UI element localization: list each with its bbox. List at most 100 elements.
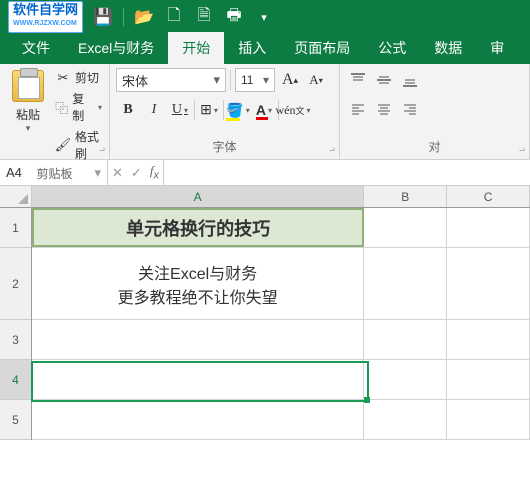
alignment-group-label: 对 — [346, 136, 523, 157]
cell-A3[interactable] — [32, 320, 364, 359]
col-header-A[interactable]: A — [32, 186, 364, 207]
format-painter-button[interactable]: 🖌格式刷 — [54, 127, 103, 163]
font-size-value: 11 — [241, 73, 253, 87]
row-header-5[interactable]: 5 — [0, 400, 31, 440]
formula-input[interactable] — [164, 160, 530, 185]
cell-A2[interactable]: 关注Excel与财务 更多教程绝不让你失望 — [32, 248, 364, 319]
tab-page-layout[interactable]: 页面布局 — [280, 32, 364, 64]
underline-button[interactable]: U — [168, 98, 192, 122]
new-icon[interactable]: 🗋 — [164, 4, 184, 31]
font-name-value: 宋体 — [122, 71, 148, 90]
phonetic-button[interactable]: wén文 — [281, 98, 305, 122]
cell-A2-line2: 更多教程绝不让你失望 — [118, 284, 278, 308]
cell-B5[interactable] — [364, 400, 447, 439]
print-preview-icon[interactable]: 🗎 — [194, 4, 214, 31]
align-bottom-button[interactable] — [398, 68, 422, 92]
ribbon: 粘贴 ▾ ✂剪切 ⿻复制▾ 🖌格式刷 剪贴板 宋体 11 A▴ A▾ B I — [0, 64, 530, 160]
cancel-formula-button[interactable]: ✕ — [112, 165, 123, 181]
paste-icon — [12, 70, 44, 102]
cell-C5[interactable] — [447, 400, 530, 439]
copy-button[interactable]: ⿻复制▾ — [54, 89, 103, 125]
font-group-label: 字体 — [116, 136, 333, 157]
row-header-1[interactable]: 1 — [0, 208, 31, 248]
open-icon[interactable]: 📂 — [134, 7, 154, 27]
cells-area: 单元格换行的技巧 关注Excel与财务 更多教程绝不让你失望 — [32, 208, 530, 502]
row-header-4[interactable]: 4 — [0, 360, 31, 400]
cut-icon: ✂ — [55, 70, 71, 86]
cell-B4[interactable] — [364, 360, 447, 399]
align-top-button[interactable] — [346, 68, 370, 92]
cut-button[interactable]: ✂剪切 — [54, 68, 103, 87]
row-5 — [32, 400, 530, 440]
row-2: 关注Excel与财务 更多教程绝不让你失望 — [32, 248, 530, 320]
align-center-button[interactable] — [372, 98, 396, 122]
font-sep2 — [194, 100, 195, 120]
row-headers: 1 2 3 4 5 — [0, 208, 32, 440]
fill-color-button[interactable]: 🪣 — [226, 98, 250, 122]
format-painter-icon: 🖌 — [55, 137, 71, 153]
watermark-url: WWW.RJZXW.COM — [13, 17, 78, 31]
font-group: 宋体 11 A▴ A▾ B I U ⊞ 🪣 A wén文 字体 — [110, 64, 340, 159]
tab-home[interactable]: 开始 — [168, 32, 224, 64]
border-button[interactable]: ⊞ — [197, 98, 221, 122]
row-header-2[interactable]: 2 — [0, 248, 31, 320]
font-name-select[interactable]: 宋体 — [116, 68, 226, 92]
title-bar: 软件自学网 WWW.RJZXW.COM 💾 📂 🗋 🗎 🖶 ▾ — [0, 0, 530, 34]
quick-print-icon[interactable]: 🖶 — [224, 4, 244, 31]
tab-data[interactable]: 数据 — [420, 32, 476, 64]
save-icon[interactable]: 💾 — [93, 7, 113, 27]
cell-C3[interactable] — [447, 320, 530, 359]
alignment-group: 对 — [340, 64, 530, 159]
cell-A1[interactable]: 单元格换行的技巧 — [32, 208, 364, 247]
cell-C4[interactable] — [447, 360, 530, 399]
row-1: 单元格换行的技巧 — [32, 208, 530, 248]
col-header-C[interactable]: C — [447, 186, 530, 207]
watermark-logo: 软件自学网 WWW.RJZXW.COM — [8, 1, 83, 33]
font-size-select[interactable]: 11 — [235, 68, 275, 92]
cut-label: 剪切 — [75, 69, 99, 86]
cell-B2[interactable] — [364, 248, 447, 319]
row-3 — [32, 320, 530, 360]
clipboard-group: 粘贴 ▾ ✂剪切 ⿻复制▾ 🖌格式刷 剪贴板 — [0, 64, 110, 159]
paste-button[interactable]: 粘贴 ▾ — [6, 68, 50, 163]
cell-C1[interactable] — [447, 208, 530, 247]
spreadsheet-grid: A B C 1 2 3 4 5 单元格换行的技巧 关注Excel与财务 更多教程… — [0, 186, 530, 502]
watermark-text: 软件自学网 — [13, 2, 78, 17]
tab-file[interactable]: 文件 — [8, 32, 64, 64]
copy-label: 复制 — [72, 90, 92, 124]
tab-excel-finance[interactable]: Excel与财务 — [64, 32, 168, 64]
increase-font-button[interactable]: A▴ — [279, 69, 301, 91]
font-separator — [230, 70, 231, 90]
col-header-B[interactable]: B — [364, 186, 447, 207]
enter-formula-button[interactable]: ✓ — [131, 165, 142, 181]
copy-icon: ⿻ — [55, 99, 68, 115]
font-sep3 — [223, 100, 224, 120]
align-right-button[interactable] — [398, 98, 422, 122]
cell-B3[interactable] — [364, 320, 447, 359]
insert-function-button[interactable]: fx — [150, 163, 159, 182]
column-headers: A B C — [32, 186, 530, 208]
row-4 — [32, 360, 530, 400]
cell-A5[interactable] — [32, 400, 364, 439]
qat-customize-icon[interactable]: ▾ — [254, 11, 274, 24]
align-middle-button[interactable] — [372, 68, 396, 92]
tab-formula[interactable]: 公式 — [364, 32, 420, 64]
decrease-font-button[interactable]: A▾ — [305, 69, 327, 91]
paste-label: 粘贴 — [16, 106, 40, 123]
bold-button[interactable]: B — [116, 98, 140, 122]
cell-A4[interactable] — [32, 360, 364, 399]
tab-insert[interactable]: 插入 — [224, 32, 280, 64]
tab-review[interactable]: 审 — [476, 32, 518, 64]
cell-A2-line1: 关注Excel与财务 — [138, 260, 257, 284]
align-left-button[interactable] — [346, 98, 370, 122]
paste-dropdown-icon: ▾ — [26, 123, 31, 134]
row-header-3[interactable]: 3 — [0, 320, 31, 360]
cell-C2[interactable] — [447, 248, 530, 319]
ribbon-tabs: 文件 Excel与财务 开始 插入 页面布局 公式 数据 审 — [0, 34, 530, 64]
qat-separator — [123, 8, 124, 26]
italic-button[interactable]: I — [142, 98, 166, 122]
select-all-button[interactable] — [0, 186, 32, 208]
clipboard-group-label: 剪贴板 — [6, 163, 103, 184]
cell-B1[interactable] — [364, 208, 447, 247]
font-color-button[interactable]: A — [252, 98, 276, 122]
